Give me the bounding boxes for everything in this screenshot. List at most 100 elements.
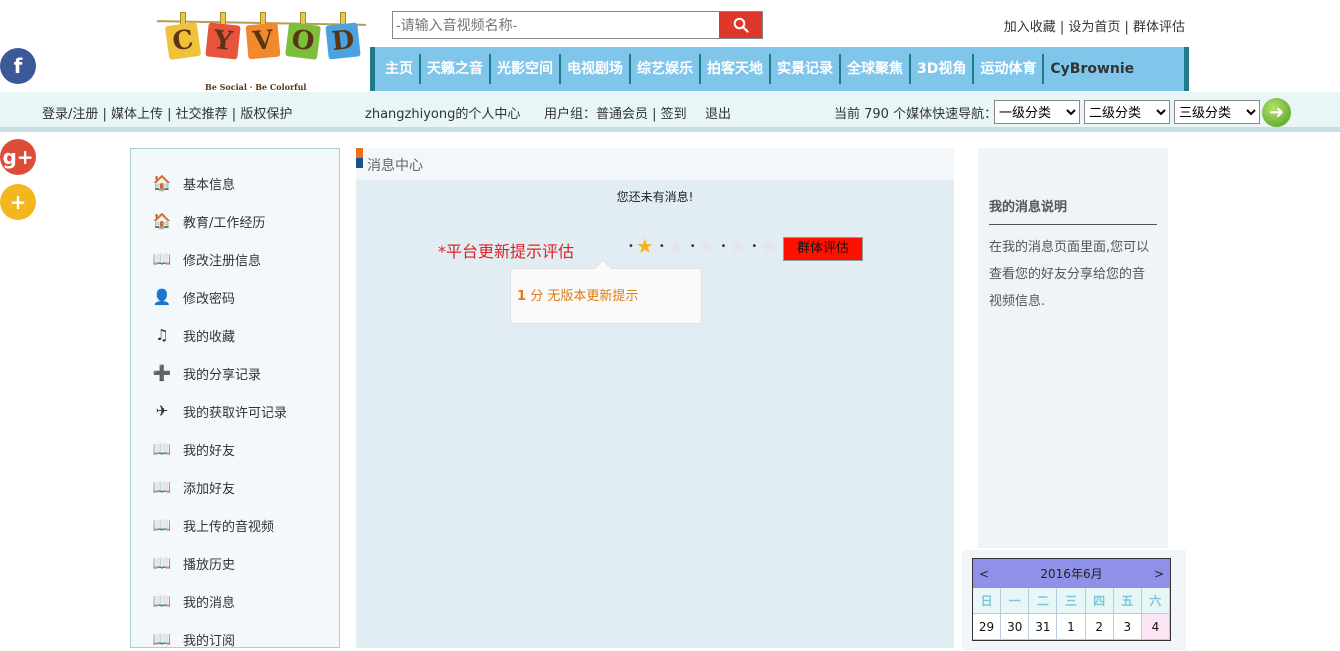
google-plus-icon[interactable]: g+ — [0, 139, 36, 175]
house-icon: 🏠 — [152, 174, 172, 192]
music-note-icon: ♫ — [155, 326, 169, 344]
go-button[interactable]: ➜ — [1262, 98, 1291, 127]
nav-item[interactable]: 光影空间 — [491, 54, 561, 84]
search-icon — [733, 17, 749, 33]
category-level3-select[interactable]: 三级分类 — [1174, 100, 1260, 124]
calendar-weekday: 三 — [1057, 588, 1086, 614]
nav-item[interactable]: 拍客天地 — [701, 54, 771, 84]
house-icon: 🏠 — [152, 212, 172, 230]
logo-letter: D — [325, 22, 361, 60]
sidebar-item[interactable]: ✈ 我的获取许可记录 — [151, 399, 287, 423]
rating-dot: • — [720, 240, 727, 252]
logout-link[interactable]: 退出 — [705, 103, 731, 122]
nav-item[interactable]: 实景记录 — [771, 54, 841, 84]
sidebar-item[interactable]: 📖 我的订阅 — [151, 627, 235, 651]
sidebar-item[interactable]: 📖 我的消息 — [151, 589, 235, 613]
info-panel-description: 在我的消息页面里面,您可以查看您的好友分享给您的音视频信息. — [989, 240, 1150, 309]
calendar-day[interactable]: 4 — [1141, 614, 1170, 640]
category-level1-select[interactable]: 一级分类 — [994, 100, 1080, 124]
calendar-day[interactable]: 31 — [1029, 614, 1058, 640]
star-icon[interactable]: ★ — [698, 234, 716, 258]
sidebar-item[interactable]: 📖 我的好友 — [151, 437, 235, 461]
user-key-icon: 👤 — [152, 288, 172, 306]
nav-item[interactable]: 电视剧场 — [561, 54, 631, 84]
rating-dot: • — [751, 240, 758, 252]
star-icon[interactable]: ★ — [636, 234, 654, 258]
calendar: < 2016年6月 > 日一二三四五六 29 30 31 1 2 3 4 — [972, 558, 1171, 641]
star-icon[interactable]: ★ — [667, 234, 685, 258]
search-button[interactable] — [719, 12, 762, 38]
calendar-weekday: 四 — [1085, 588, 1114, 614]
sidebar-item[interactable]: 📖 我上传的音视频 — [151, 513, 274, 537]
sidebar-item[interactable]: ♫ 我的收藏 — [151, 323, 235, 347]
sidebar-item-label: 我的好友 — [183, 443, 236, 459]
rating-tooltip: 1 分 无版本更新提示 — [510, 259, 702, 324]
sidebar-item[interactable]: 📖 播放历史 — [151, 551, 235, 575]
star-rating[interactable]: • ★ • ★ • ★ • ★ • ★ — [626, 234, 780, 258]
user-group-text[interactable]: 用户组：普通会员 | 签到 — [544, 103, 687, 122]
nav-item[interactable]: 综艺娱乐 — [631, 54, 701, 84]
logo-letter: O — [285, 22, 321, 60]
user-bar: 登录/注册 | 媒体上传 | 社交推荐 | 版权保护 zhangzhiyong的… — [0, 92, 1340, 132]
calendar-day[interactable]: 3 — [1113, 614, 1142, 640]
calendar-next-button[interactable]: > — [1154, 567, 1164, 581]
calendar-day[interactable]: 1 — [1057, 614, 1086, 640]
main-nav: 主页 天籁之音 光影空间 电视剧场 综艺娱乐 拍客天地 实景记录 全球聚焦 3D视角 运动体育 Cy… — [370, 47, 1189, 91]
tooltip-score: 1 — [517, 289, 527, 304]
calendar-day[interactable]: 30 — [1001, 614, 1030, 640]
book-icon: 📖 — [152, 516, 172, 534]
personal-center-link[interactable]: zhangzhiyong的个人中心 — [365, 103, 520, 122]
calendar-weekday: 五 — [1113, 588, 1142, 614]
arrow-right-icon: ➜ — [1268, 102, 1285, 123]
nav-item[interactable]: 全球聚焦 — [841, 54, 911, 84]
nav-item[interactable]: 主页 — [379, 54, 421, 84]
rating-dot: • — [689, 240, 696, 252]
sidebar-item-label: 基本信息 — [183, 177, 236, 193]
sidebar-item[interactable]: ➕ 我的分享记录 — [151, 361, 261, 385]
rating-dot: • — [628, 240, 634, 252]
calendar-prev-button[interactable]: < — [979, 567, 989, 581]
section-title: 消息中心 — [367, 158, 423, 174]
section-marker — [356, 148, 363, 168]
top-links[interactable]: 加入收藏 | 设为首页 | 群体评估 — [1004, 16, 1185, 35]
calendar-weekdays: 日一二三四五六 — [973, 588, 1170, 614]
sidebar-item-label: 我的获取许可记录 — [183, 405, 288, 421]
calendar-weekday: 一 — [1001, 588, 1030, 614]
sidebar-item[interactable]: 👤 修改密码 — [151, 285, 235, 309]
calendar-week-row: 29 30 31 1 2 3 4 — [973, 614, 1170, 640]
sidebar-item[interactable]: 🏠 教育/工作经历 — [151, 209, 266, 233]
logo-letter: C — [164, 21, 202, 61]
calendar-day[interactable]: 29 — [973, 614, 1002, 640]
nav-item[interactable]: CyBrownie — [1044, 54, 1134, 84]
sidebar-item-label: 我的订阅 — [183, 633, 236, 649]
calendar-month-label: 2016年6月 — [1040, 567, 1103, 581]
sidebar-item[interactable]: 🏠 基本信息 — [151, 171, 235, 195]
rating-label: *平台更新提示评估 — [438, 242, 575, 261]
logo-letter: V — [245, 22, 281, 60]
book-icon: 📖 — [152, 440, 172, 458]
group-evaluate-button[interactable]: 群体评估 — [783, 237, 863, 261]
sidebar-item[interactable]: 📖 修改注册信息 — [151, 247, 261, 271]
site-logo[interactable]: CYVOD Be Social · Be Colorful — [155, 8, 368, 92]
sidebar-item[interactable]: 📖 添加好友 — [151, 475, 235, 499]
tooltip-unit: 分 — [530, 289, 544, 304]
facebook-icon[interactable]: f — [0, 48, 36, 84]
nav-item[interactable]: 天籁之音 — [421, 54, 491, 84]
sidebar-item-label: 修改密码 — [183, 291, 236, 307]
sidebar-item-label: 修改注册信息 — [183, 253, 262, 269]
info-panel: 我的消息说明 在我的消息页面里面,您可以查看您的好友分享给您的音视频信息. — [978, 148, 1168, 548]
star-icon[interactable]: ★ — [759, 234, 777, 258]
account-links[interactable]: 登录/注册 | 媒体上传 | 社交推荐 | 版权保护 — [42, 103, 292, 122]
book-icon: 📖 — [152, 592, 172, 610]
sidebar-item-label: 播放历史 — [183, 557, 236, 573]
category-level2-select[interactable]: 二级分类 — [1084, 100, 1170, 124]
search-input[interactable] — [393, 12, 719, 38]
nav-item[interactable]: 3D视角 — [911, 54, 975, 84]
sidebar-item-label: 我的消息 — [183, 595, 236, 611]
star-icon[interactable]: ★ — [728, 234, 746, 258]
add-icon[interactable]: + — [0, 184, 36, 220]
media-count-text: 当前 790 个媒体快速导航： — [834, 107, 998, 122]
nav-item[interactable]: 运动体育 — [974, 54, 1045, 84]
calendar-day[interactable]: 2 — [1085, 614, 1114, 640]
tooltip-text: 无版本更新提示 — [547, 289, 639, 304]
